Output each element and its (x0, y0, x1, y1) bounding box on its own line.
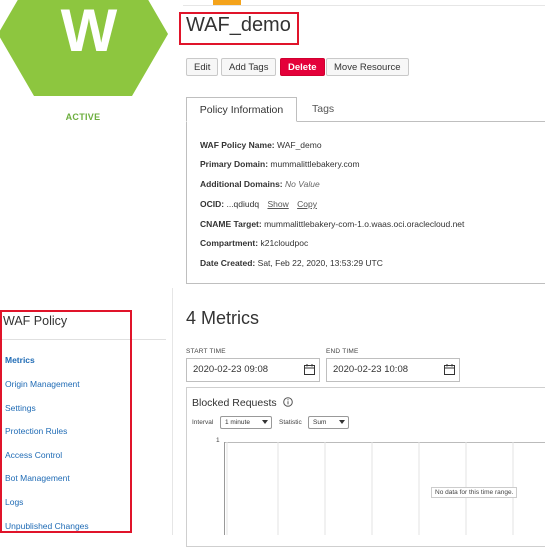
info-label: CNAME Target: (200, 219, 262, 229)
interval-label: Interval (192, 419, 214, 426)
info-label: WAF Policy Name: (200, 140, 275, 150)
end-time-input[interactable]: 2020-02-23 10:08 (326, 358, 460, 382)
highlight-box-title (179, 12, 299, 45)
info-value: ...qdiudq (226, 199, 260, 209)
info-compartment: Compartment: k21cloudpoc (200, 238, 308, 248)
delete-button[interactable]: Delete (280, 58, 325, 76)
top-divider (183, 5, 545, 6)
info-value: Sat, Feb 22, 2020, 13:53:29 UTC (257, 258, 383, 268)
end-time-label: END TIME (326, 348, 359, 355)
info-label: Primary Domain: (200, 159, 269, 169)
metrics-title: 4 Metrics (186, 308, 260, 328)
tab-policy-information[interactable]: Policy Information (186, 97, 297, 122)
info-primary-domain: Primary Domain: mummalittlebakery.com (200, 159, 360, 169)
status-label: ACTIVE (65, 112, 101, 122)
interval-select[interactable]: 1 minute (220, 416, 272, 429)
edit-button[interactable]: Edit (186, 58, 219, 76)
chevron-down-icon (262, 420, 268, 424)
calendar-icon[interactable] (444, 364, 455, 375)
sidebar-divider (172, 288, 173, 535)
start-time-input[interactable]: 2020-02-23 09:08 (186, 358, 320, 382)
no-data-message: No data for this time range. (431, 487, 518, 498)
info-date-created: Date Created: Sat, Feb 22, 2020, 13:53:2… (200, 258, 383, 268)
calendar-icon[interactable] (304, 364, 315, 375)
ocid-show-link[interactable]: Show (267, 199, 288, 209)
info-value: mummalittlebakery-com-1.o.waas.oci.oracl… (264, 219, 465, 229)
y-axis-tick: 1 (216, 437, 220, 444)
highlight-box-sidebar (0, 310, 132, 533)
chevron-down-icon (339, 420, 345, 424)
tab-tags[interactable]: Tags (312, 97, 334, 122)
ocid-copy-link[interactable]: Copy (297, 199, 317, 209)
info-label: Additional Domains: (200, 179, 283, 189)
statistic-label: Statistic (279, 419, 302, 426)
move-resource-button[interactable]: Move Resource (326, 58, 409, 76)
info-label: OCID: (200, 199, 225, 209)
interval-select-value: 1 minute (225, 419, 250, 426)
info-label: Compartment: (200, 238, 259, 248)
start-time-label: START TIME (186, 348, 226, 355)
info-icon[interactable] (283, 397, 293, 407)
add-tags-button[interactable]: Add Tags (221, 58, 277, 76)
statistic-select[interactable]: Sum (308, 416, 349, 429)
info-ocid: OCID: ...qdiudq Show Copy (200, 199, 317, 209)
logo-letter: W (60, 0, 118, 64)
info-additional-domains: Additional Domains: No Value (200, 179, 320, 189)
info-waf-policy-name: WAF Policy Name: WAF_demo (200, 140, 322, 150)
chart-title: Blocked Requests (192, 397, 277, 409)
info-value: mummalittlebakery.com (270, 159, 360, 169)
statistic-select-value: Sum (313, 419, 327, 426)
info-value: No Value (285, 179, 320, 189)
info-label: Date Created: (200, 258, 256, 268)
info-value: WAF_demo (277, 140, 322, 150)
info-value: k21cloudpoc (260, 238, 309, 248)
info-cname-target: CNAME Target: mummalittlebakery-com-1.o.… (200, 219, 464, 229)
